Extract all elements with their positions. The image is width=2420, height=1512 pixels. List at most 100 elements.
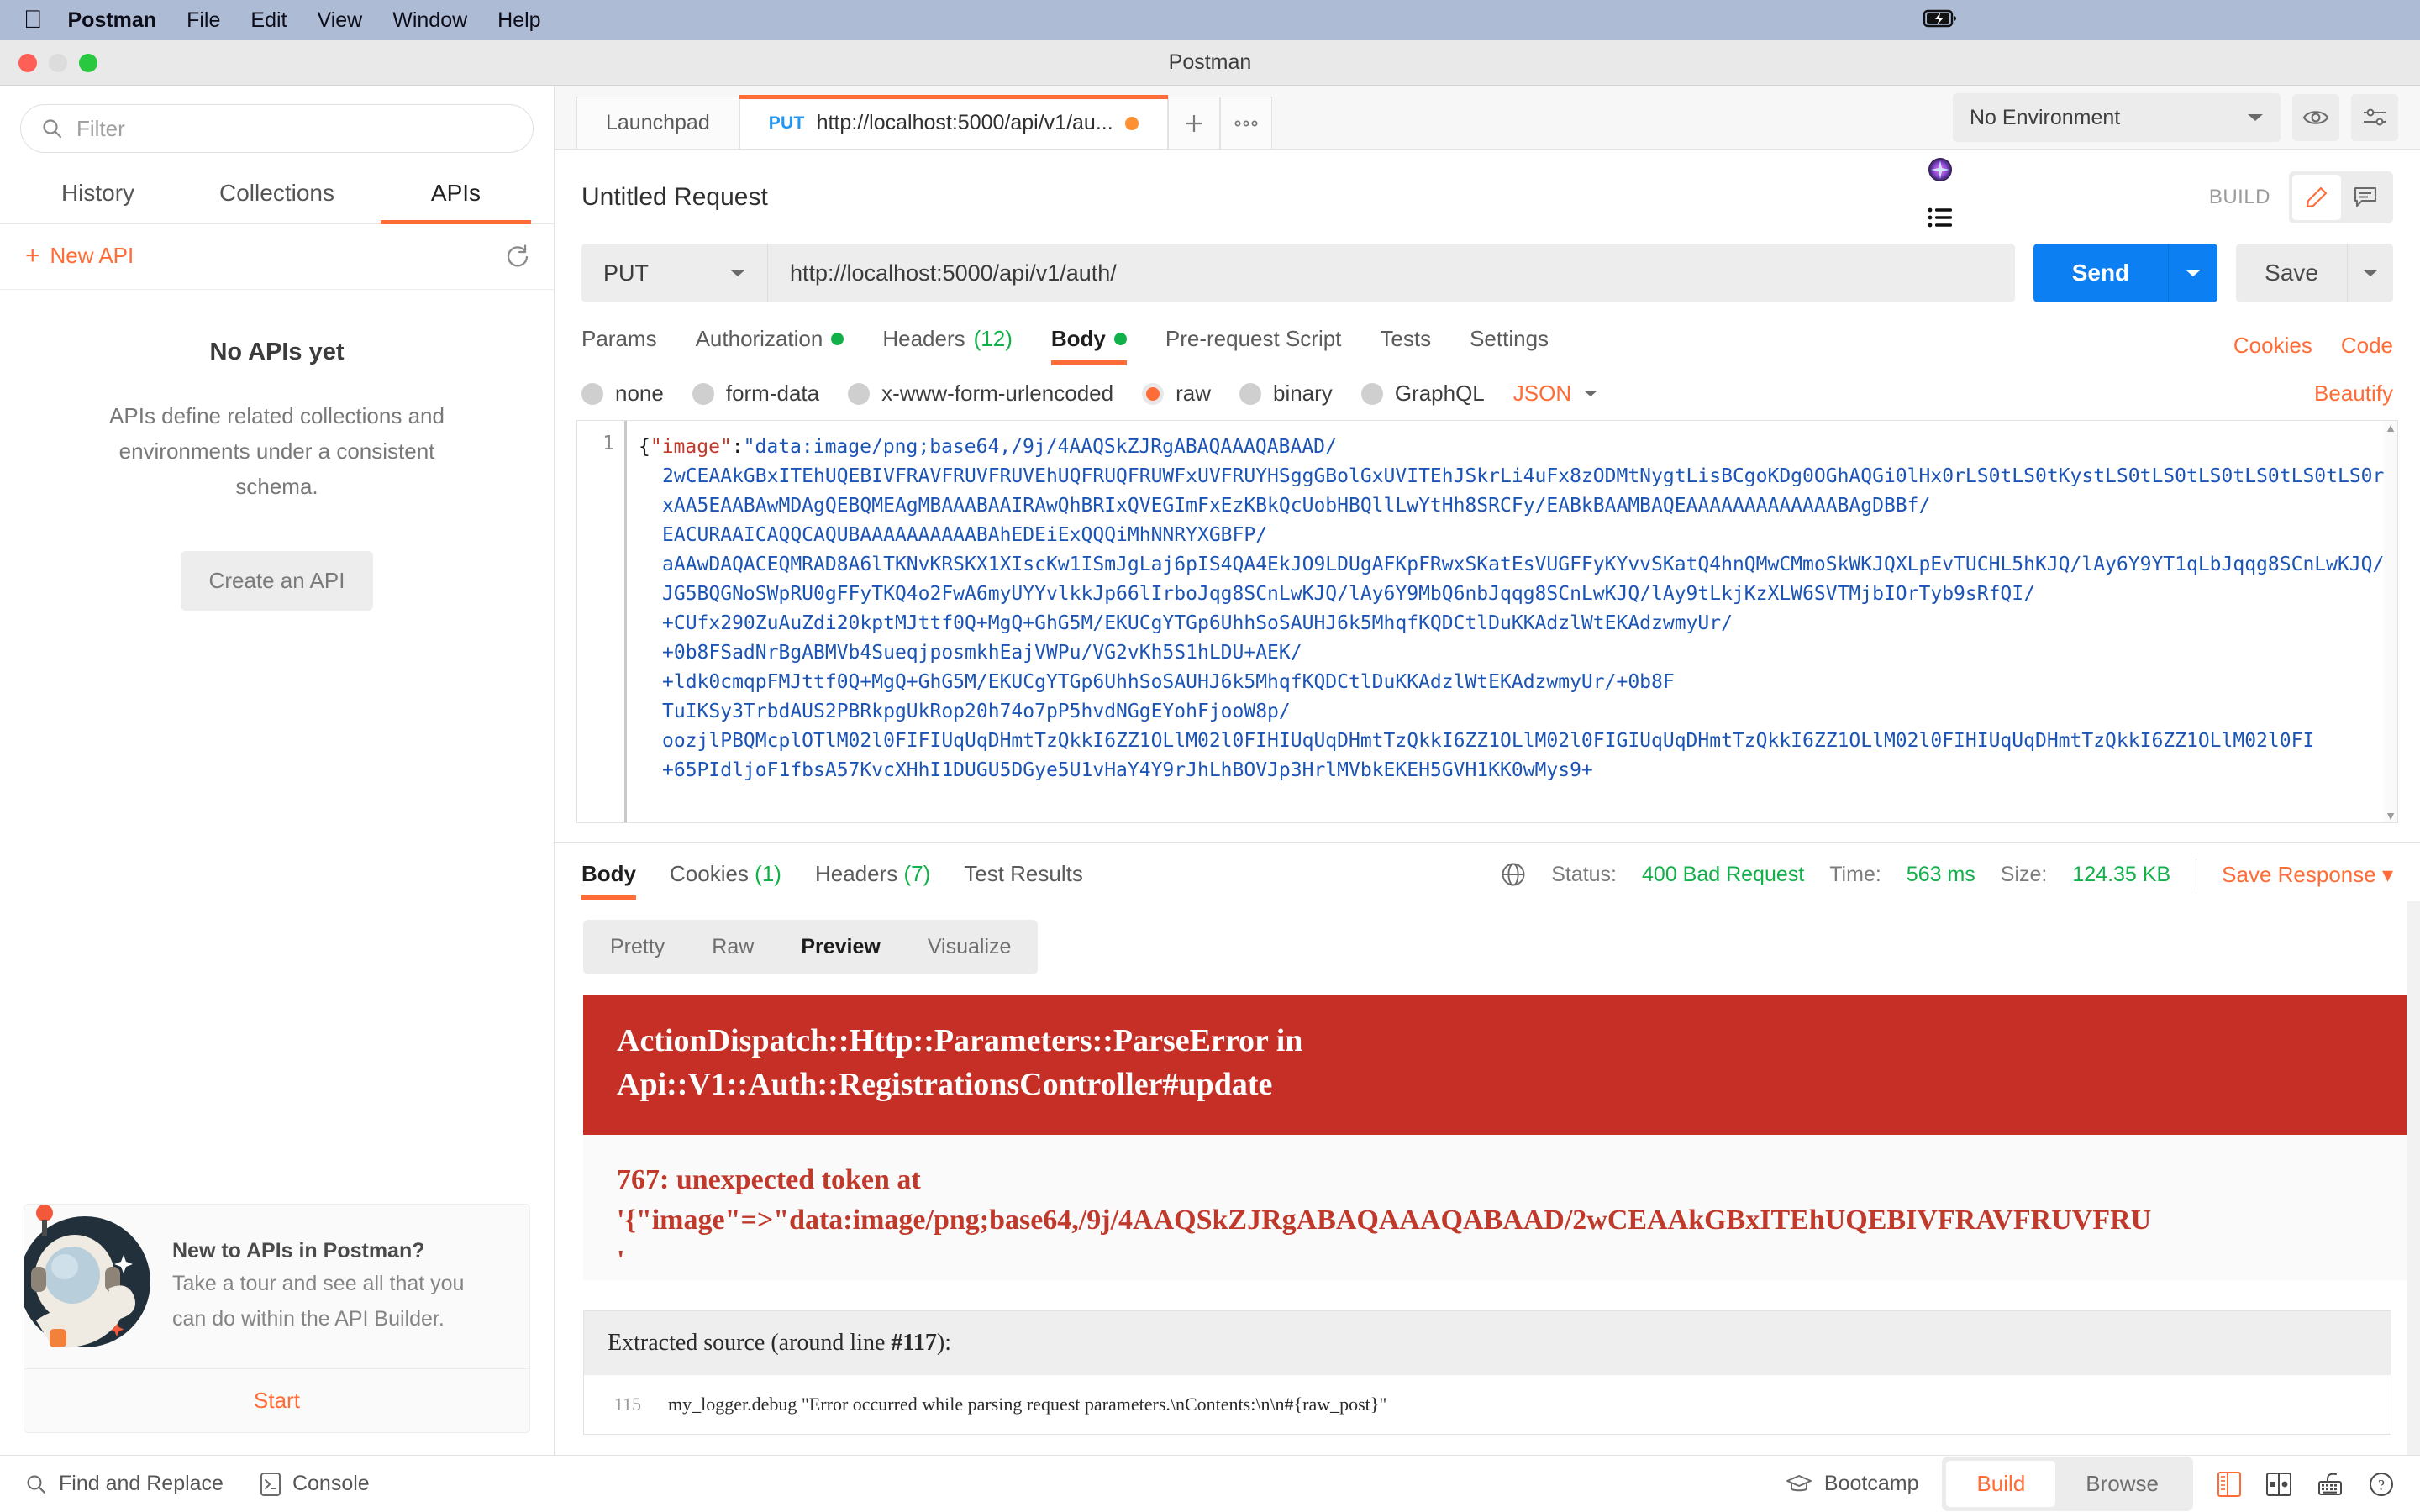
menu-window[interactable]: Window [392,8,467,33]
two-pane-icon[interactable] [2265,1471,2292,1498]
authorization-active-dot-icon [831,333,844,345]
globe-icon[interactable] [1501,862,1526,887]
size-value: 124.35 KB [2072,862,2171,886]
body-format-select[interactable]: JSON [1513,381,1598,407]
request-tab-settings[interactable]: Settings [1470,326,1549,365]
error-banner: ActionDispatch::Http::Parameters::ParseE… [583,995,2420,1136]
menu-file[interactable]: File [187,8,220,33]
http-method-select[interactable]: PUT [581,244,768,302]
url-input[interactable]: http://localhost:5000/api/v1/auth/ [768,244,2015,302]
graduation-cap-icon [1786,1473,1812,1495]
new-tab-button[interactable] [1167,97,1220,149]
create-an-api-button[interactable]: Create an API [180,551,374,612]
sidebar-tab-apis[interactable]: APIs [366,166,545,224]
response-header-row: Body Cookies (1) Headers (7) Test Result… [555,843,2420,901]
error-banner-line-2: Api::V1::Auth::RegistrationsController#u… [617,1066,1273,1102]
size-label: Size: [2000,862,2048,886]
body-type-binary[interactable]: binary [1239,381,1333,407]
response-view-preview[interactable]: Preview [777,923,904,971]
mode-build-button[interactable]: Build [1946,1461,2056,1507]
response-tab-cookies[interactable]: Cookies (1) [670,861,781,900]
request-tab-tests[interactable]: Tests [1380,326,1431,365]
save-options-caret-icon[interactable] [2348,244,2393,302]
body-type-form-data[interactable]: form-data [692,381,819,407]
menu-app-name[interactable]: Postman [68,8,157,33]
refresh-icon[interactable] [505,244,530,269]
response-tab-test-results[interactable]: Test Results [964,861,1083,900]
beautify-button[interactable]: Beautify [2314,381,2393,407]
response-tab-cookies-label: Cookies [670,860,749,886]
comment-icon[interactable] [2341,175,2390,220]
menu-view[interactable]: View [317,8,362,33]
apple-icon[interactable]:  [24,8,43,33]
response-view-pretty[interactable]: Pretty [587,923,688,971]
chevron-down-icon: ▾ [2381,861,2393,887]
menu-help[interactable]: Help [497,8,540,33]
save-response-button[interactable]: Save Response ▾ [2222,862,2393,888]
body-type-none[interactable]: none [581,381,664,407]
tab-launchpad[interactable]: Launchpad [576,97,739,149]
body-type-graphql[interactable]: GraphQL [1360,381,1485,407]
cookies-link[interactable]: Cookies [2233,333,2312,359]
send-button[interactable]: Send [2033,244,2170,302]
source-line-number: 115 [613,1394,641,1415]
help-circle-icon[interactable]: ? [2368,1471,2395,1498]
request-body-editor[interactable]: 1 {"image":"data:image/png;base64,/9j/4A… [576,420,2398,823]
body-type-urlencoded[interactable]: x-www-form-urlencoded [848,381,1113,407]
body-type-raw[interactable]: raw [1142,381,1211,407]
sidebar-tab-collections[interactable]: Collections [187,166,366,223]
editor-vertical-scrollbar[interactable]: ▲ ▼ [2384,421,2397,822]
editor-colon: : [731,436,744,458]
error-message-line-2: '{"image"=>"data:image/png;base64,/9j/4A… [617,1204,2152,1236]
time-value: 563 ms [1906,862,1975,886]
svg-text:?: ? [2378,1477,2385,1494]
console-label: Console [292,1472,370,1495]
pencil-icon[interactable] [2292,175,2341,220]
response-tab-headers-label: Headers [814,860,898,886]
keyboard-shortcuts-icon[interactable] [2316,1472,2344,1497]
request-tab-authorization[interactable]: Authorization [696,326,844,365]
menu-edit[interactable]: Edit [250,8,287,33]
tab-method-label: PUT [768,113,805,133]
empty-state-description: APIs define related collections and envi… [109,403,445,500]
environment-selector[interactable]: No Environment [1953,93,2281,142]
tab-options-button[interactable] [1219,97,1272,149]
request-tab-strip: Launchpad PUT http://localhost:5000/api/… [555,86,2420,150]
settings-sliders-button[interactable] [2351,94,2398,141]
request-tab-prerequest-script[interactable]: Pre-request Script [1165,326,1342,365]
request-tab-body[interactable]: Body [1050,326,1127,365]
request-tab-params[interactable]: Params [581,326,657,365]
environment-label: No Environment [1970,105,2121,129]
new-api-button[interactable]: + New API [25,243,134,269]
scroll-down-arrow-icon[interactable]: ▼ [2385,809,2396,822]
scroll-up-arrow-icon[interactable]: ▲ [2385,421,2396,434]
url-row: PUT http://localhost:5000/api/v1/auth/ S… [555,228,2420,302]
send-options-caret-icon[interactable] [2169,244,2218,302]
bootcamp-button[interactable]: Bootcamp [1786,1472,1918,1496]
plus-icon: + [25,241,40,270]
response-tab-body[interactable]: Body [581,861,636,900]
filter-input[interactable]: Filter [20,104,534,153]
sidebar-tab-history[interactable]: History [8,166,187,223]
search-icon [41,118,63,139]
response-tab-headers[interactable]: Headers (7) [815,861,930,900]
headers-count: (12) [973,326,1013,351]
editor-content[interactable]: {"image":"data:image/png;base64,/9j/4AAQ… [624,421,2397,822]
response-view-raw[interactable]: Raw [688,923,777,971]
tab-request-put-auth[interactable]: PUT http://localhost:5000/api/v1/au... [739,95,1168,149]
console-button[interactable]: Console [260,1472,370,1496]
sidebar-layout-icon[interactable] [2217,1471,2242,1498]
find-and-replace-button[interactable]: Find and Replace [25,1472,224,1496]
promo-start-button[interactable]: Start [24,1368,529,1432]
request-tab-headers[interactable]: Headers (12) [882,326,1013,365]
request-title[interactable]: Untitled Request [581,183,768,212]
code-link[interactable]: Code [2341,333,2393,359]
url-value: http://localhost:5000/api/v1/auth/ [790,260,1117,286]
response-view-visualize[interactable]: Visualize [904,923,1035,971]
main-pane: Launchpad PUT http://localhost:5000/api/… [555,86,2420,1455]
save-button[interactable]: Save [2236,244,2348,302]
battery-charging-icon[interactable] [1923,9,1957,28]
response-vertical-scrollbar[interactable] [2407,901,2420,1455]
environment-quick-look-button[interactable] [2292,94,2339,141]
mode-browse-button[interactable]: Browse [2055,1461,2189,1507]
